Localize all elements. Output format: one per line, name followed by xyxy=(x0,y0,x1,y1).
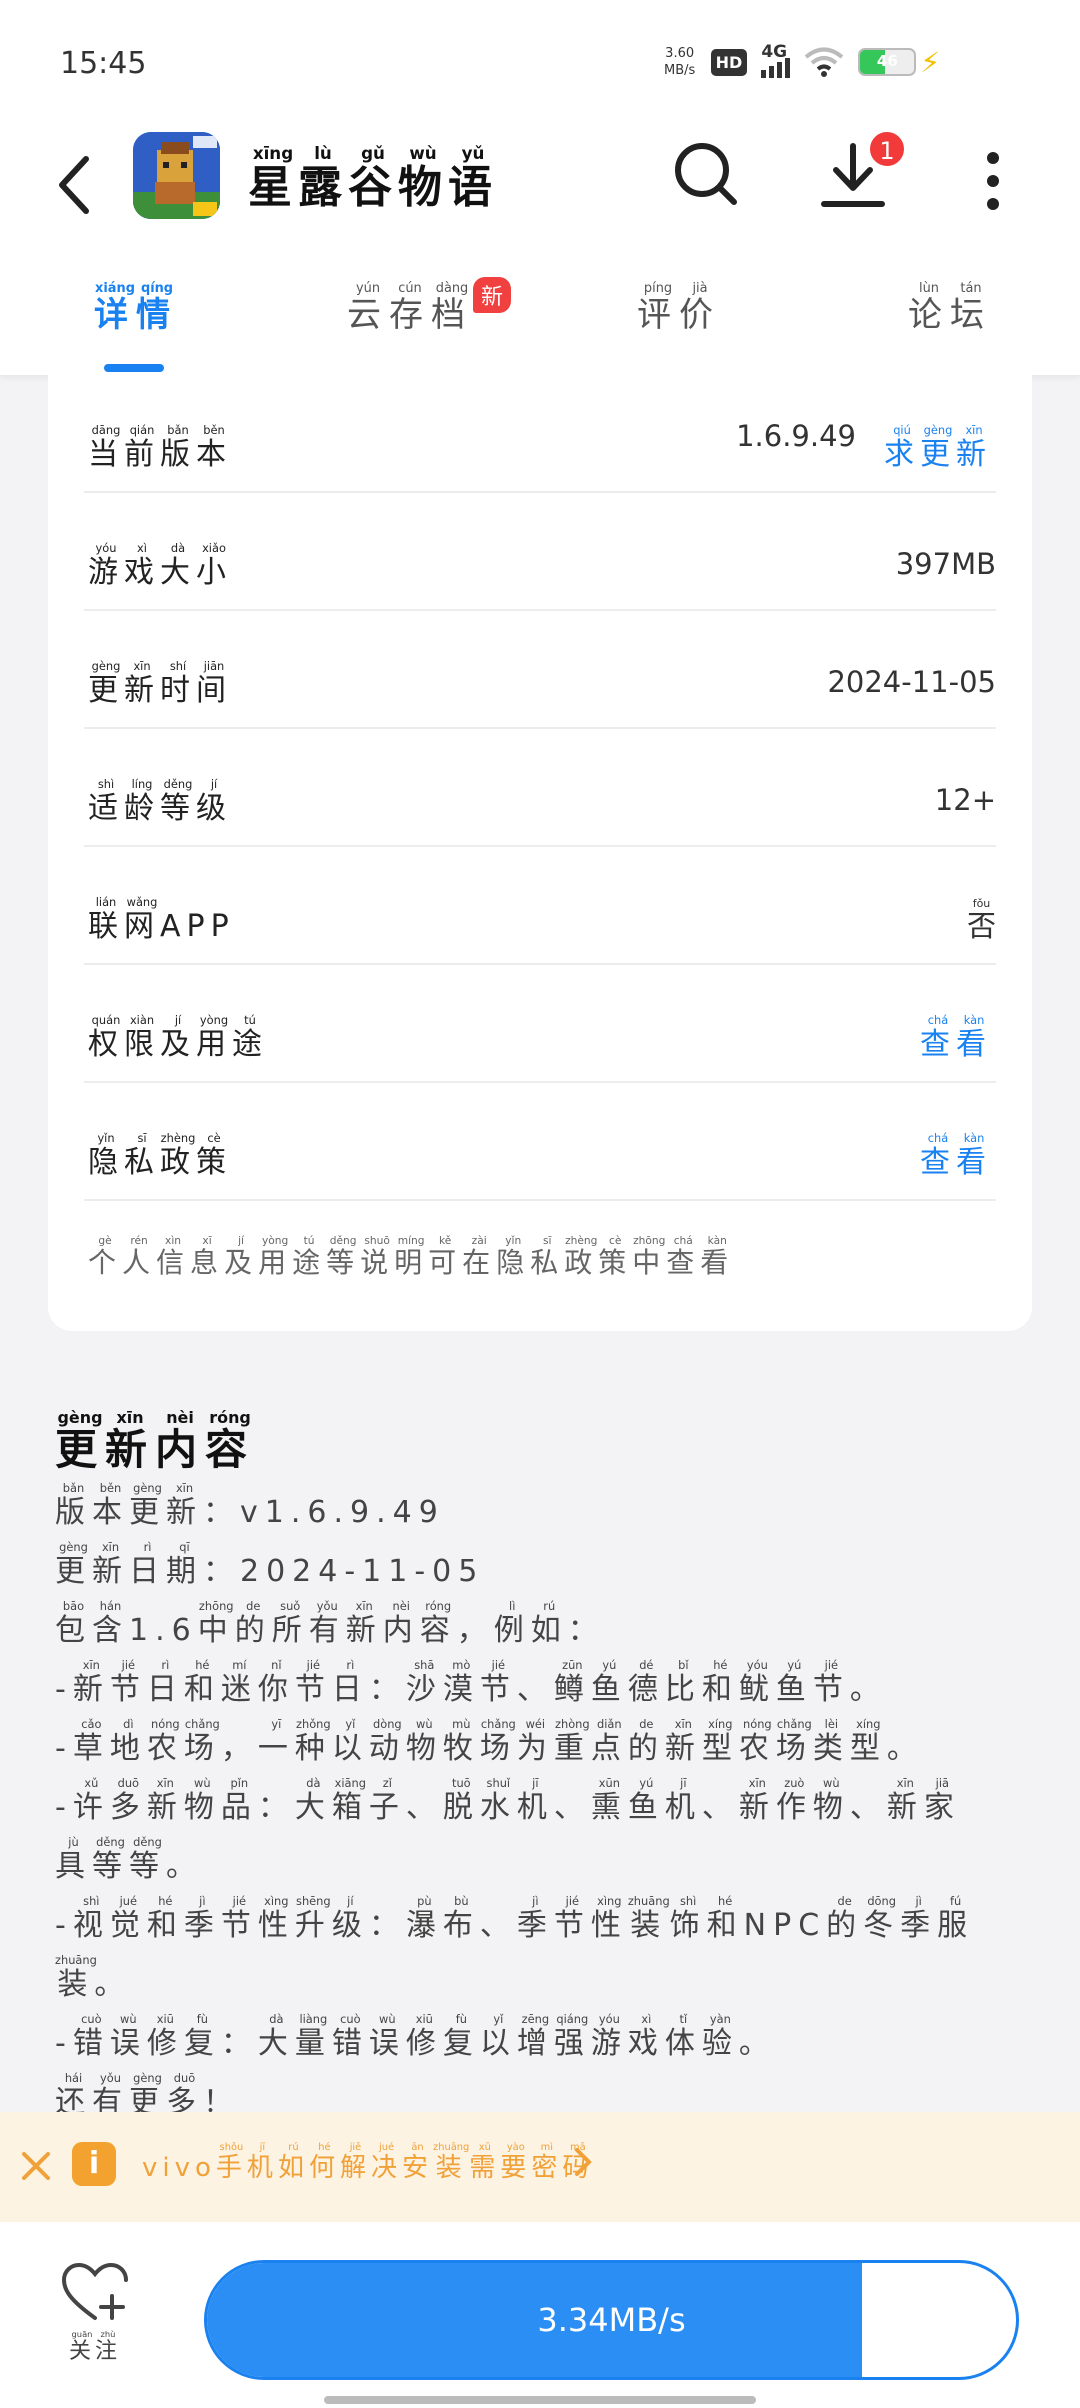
info-row-privacy: 隐yǐn私sī政zhèng策cè 查chá看kàn xyxy=(84,1083,996,1201)
update-line: 装zhuāng。 xyxy=(55,1953,132,2002)
tip-text[interactable]: vivo手shǒu机jī如rú何hé解jiě决jué安ān装zhuāng需xū要… xyxy=(142,2142,593,2184)
update-line: -新xīn节jié日rì和hé迷mí你nǐ节jié日rì：沙shā漠mò节jié… xyxy=(55,1658,887,1707)
info-row-update-time: 更gèng新xīn时shí间jiān 2024-11-05 xyxy=(84,611,996,729)
current-version-value: 1.6.9.49 xyxy=(736,419,856,453)
back-icon[interactable] xyxy=(50,145,100,225)
update-line: -许xǔ多duō新xīn物wù品pǐn：大dà箱xiāng子zǐ、脱tuō水sh… xyxy=(55,1776,961,1825)
game-size-value: 397MB xyxy=(895,547,996,581)
follow-button[interactable]: 关guān注zhù xyxy=(50,2262,140,2392)
update-content-body: 版bǎn本běn更gèng新xīn：v1.6.9.49 更gèng新xīn日rì期… xyxy=(55,1481,1015,2132)
app-header: 星xīng露lù谷gǔ物wù语yǔ 1 xyxy=(0,110,1080,260)
permissions-label: 权quán限xiàn及jí用yòng途tú xyxy=(88,1013,268,1062)
heart-plus-icon xyxy=(61,2262,128,2320)
hd-icon: HD xyxy=(710,48,748,76)
download-progress-button[interactable]: 3.34MB/s xyxy=(204,2260,1019,2380)
update-time-value: 2024-11-05 xyxy=(827,665,996,699)
download-speed: 3.34MB/s xyxy=(537,2301,686,2339)
privacy-policy-label: 隐yǐn私sī政zhèng策cè xyxy=(88,1131,232,1180)
tab-cloud-save[interactable]: 云yún存cún档dàng xyxy=(347,282,473,336)
update-line: -草cǎo地dì农nóng场chǎng，一yī种zhǒng以yǐ动dòng物wù… xyxy=(55,1717,924,1766)
app-icon xyxy=(133,132,220,219)
update-line: -错cuò误wù修xiū复fù：大dà量liàng错cuò误wù修xiū复fù以… xyxy=(55,2012,776,2061)
download-count-badge: 1 xyxy=(868,130,906,168)
new-badge: 新 xyxy=(473,277,512,313)
update-content-section: 更gèng新xīn内nèi容róng 版bǎn本běn更gèng新xīn：v1.… xyxy=(55,1410,1015,2132)
age-rating-value: 12+ xyxy=(934,783,996,817)
info-row-permissions: 权quán限xiàn及jí用yòng途tú 查chá看kàn xyxy=(84,965,996,1083)
info-row-age-rating: 适shì龄líng等děng级jí 12+ xyxy=(84,729,996,847)
info-row-size: 游yóu戏xì大dà小xiǎo 397MB xyxy=(84,493,996,611)
bottom-action-bar: 关guān注zhù 3.34MB/s xyxy=(0,2222,1080,2408)
update-line: 更gèng新xīn日rì期qī：2024-11-05 xyxy=(55,1540,485,1589)
wifi-icon xyxy=(805,47,844,77)
tab-details[interactable]: 详xiáng情qíng xyxy=(94,282,178,336)
info-row-online: 联lián网wǎngAPP 否fǒu xyxy=(84,847,996,965)
status-icons: 3.60 MB/s HD 4G 46 ⚡ xyxy=(663,42,940,82)
cellular-signal-icon: 4G xyxy=(761,42,791,78)
app-title: 星xīng露lù谷gǔ物wù语yǔ xyxy=(248,143,498,213)
battery-icon: 46 xyxy=(858,48,917,76)
active-tab-indicator xyxy=(104,364,164,372)
tab-forum[interactable]: 论lùn坛tán xyxy=(908,282,992,336)
more-options-icon[interactable] xyxy=(975,146,1011,216)
permissions-view-link[interactable]: 查chá看kàn xyxy=(920,1014,992,1063)
chevron-right-icon xyxy=(575,2148,592,2176)
status-bar: 15:45 3.60 MB/s HD 4G 46 ⚡ xyxy=(0,0,1080,110)
app-info-card: 当dāng前qián版bǎn本běn 1.6.9.49 求qiú更gèng新xī… xyxy=(48,375,1032,1331)
privacy-view-link[interactable]: 查chá看kàn xyxy=(920,1132,992,1181)
update-time-label: 更gèng新xīn时shí间jiān xyxy=(88,659,232,708)
online-app-value: 否fǒu xyxy=(966,897,996,943)
home-indicator[interactable] xyxy=(324,2396,756,2404)
follow-label: 关guān注zhù xyxy=(68,2329,122,2364)
network-speed: 3.60 MB/s xyxy=(664,46,696,78)
info-row-version: 当dāng前qián版bǎn本běn 1.6.9.49 求qiú更gèng新xī… xyxy=(84,375,996,493)
search-icon[interactable] xyxy=(672,140,740,208)
current-version-label: 当dāng前qián版bǎn本běn xyxy=(88,423,232,472)
update-line: 具jù等děng等děng。 xyxy=(55,1835,203,1884)
update-line: 版bǎn本běn更gèng新xīn：v1.6.9.49 xyxy=(55,1481,445,1530)
age-rating-label: 适shì龄líng等děng级jí xyxy=(88,777,232,826)
close-icon[interactable] xyxy=(18,2140,54,2190)
game-size-label: 游yóu戏xì大dà小xiǎo xyxy=(88,541,232,590)
update-content-title: 更gèng新xīn内nèi容róng xyxy=(55,1408,256,1474)
info-icon: i xyxy=(72,2142,116,2186)
charging-icon: ⚡ xyxy=(920,45,940,79)
privacy-note: 个gè人rén信xìn息xī及jí用yòng途tú等děng说shuō明míng… xyxy=(88,1234,735,1279)
tab-reviews[interactable]: 评píng价jià xyxy=(637,282,721,336)
tip-banner[interactable]: i vivo手shǒu机jī如rú何hé解jiě决jué安ān装zhuāng需x… xyxy=(0,2112,1080,2222)
update-line: -视shì觉jué和hé季jì节jié性xìng升shēng级jí：瀑pù布bù… xyxy=(55,1894,975,1943)
tab-bar: 详xiáng情qíng 云yún存cún档dàng 新 评píng价jià 论l… xyxy=(0,260,1080,375)
request-update-link[interactable]: 求qiú更gèng新xīn xyxy=(884,424,992,473)
status-time: 15:45 xyxy=(60,46,147,81)
update-line: 包bāo含hán1.6中zhōng的de所suǒ有yǒu新xīn内nèi容rón… xyxy=(55,1599,605,1648)
online-app-label: 联lián网wǎngAPP xyxy=(88,895,235,944)
